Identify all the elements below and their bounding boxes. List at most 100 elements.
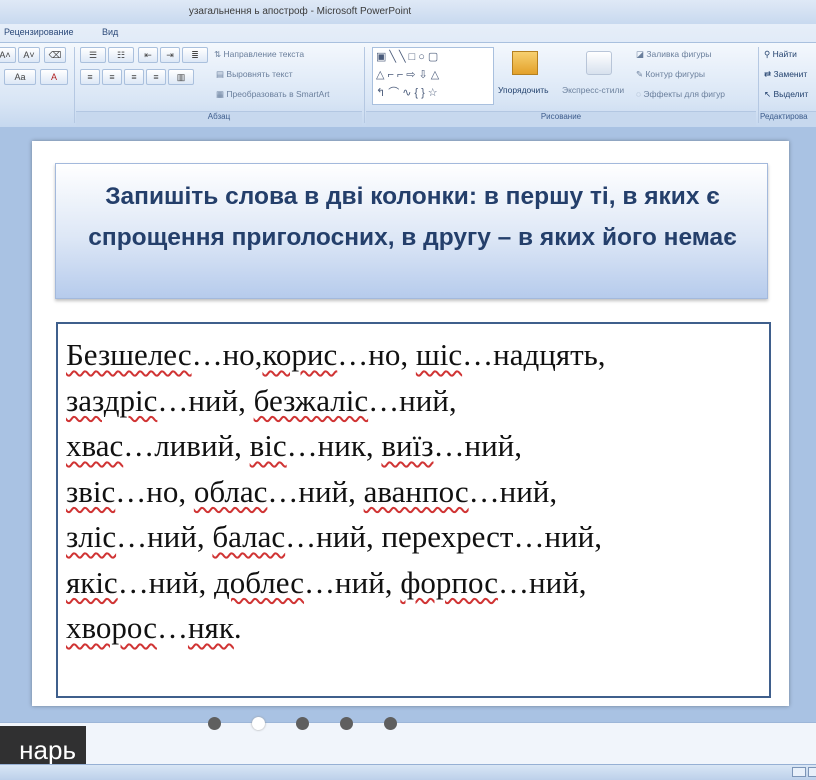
- font-size-decrease-button[interactable]: A˅: [18, 47, 40, 63]
- quick-styles-button[interactable]: Экспресс-стили: [562, 85, 624, 95]
- columns-icon: ▥: [176, 72, 186, 82]
- tab-review[interactable]: Рецензирование: [4, 27, 74, 37]
- tab-view[interactable]: Вид: [102, 27, 118, 37]
- align-text-label: Выровнять текст: [226, 69, 293, 79]
- slide-title-placeholder[interactable]: Запишіть слова в дві колонки: в першу ті…: [55, 163, 768, 299]
- misspelled-word: звіс: [66, 473, 116, 509]
- slide-dot: [208, 717, 221, 730]
- text-fragment: …ник,: [286, 428, 382, 463]
- misspelled-word: шіс: [415, 337, 463, 372]
- misspelled-word: форпос: [400, 564, 499, 600]
- align-center-button[interactable]: ≡: [102, 69, 122, 85]
- editing-group-label: Редактирова: [760, 111, 816, 126]
- slide-dot: [384, 717, 397, 730]
- content-line: зліс…ний, балас…ний, перехрест…ний,: [66, 514, 756, 560]
- align-left-button[interactable]: ≡: [80, 69, 100, 85]
- shape-fill-label: Заливка фигуры: [646, 49, 712, 59]
- numbering-button[interactable]: ☷: [108, 47, 134, 63]
- line-spacing-icon: ≣: [191, 50, 199, 60]
- select-button[interactable]: ↖ Выделит: [764, 89, 808, 100]
- increase-indent-button[interactable]: ⇥: [160, 47, 180, 63]
- misspelled-word: няк: [187, 610, 234, 645]
- shape-effects-button[interactable]: ◌ Эффекты для фигур: [636, 89, 725, 99]
- align-text-button[interactable]: ▤ Выровнять текст: [216, 69, 293, 80]
- text-fragment: …ний, перехрест…ний,: [285, 519, 602, 554]
- indent-decrease-icon: ⇤: [144, 50, 152, 60]
- group-separator: [364, 47, 365, 123]
- text-fragment: …но,: [191, 337, 263, 372]
- convert-smartart-button[interactable]: ▦ Преобразовать в SmartArt: [216, 89, 330, 100]
- smartart-icon: ▦: [216, 89, 227, 99]
- align-right-button[interactable]: ≡: [124, 69, 144, 85]
- group-separator: [758, 47, 759, 123]
- misspelled-word: хворос: [66, 610, 157, 645]
- misspelled-word: доблес: [213, 564, 305, 600]
- replace-label: Заменит: [773, 69, 808, 79]
- misspelled-word: Безшелес: [66, 337, 192, 372]
- slide-content-placeholder[interactable]: Безшелес…но,корис…но, шіс…надцять, заздрі…: [56, 322, 771, 698]
- justify-button[interactable]: ≡: [146, 69, 166, 85]
- change-case-button[interactable]: Aa: [4, 69, 36, 85]
- align-text-icon: ▤: [216, 69, 227, 79]
- slide-content-text[interactable]: Безшелес…но,корис…но, шіс…надцять, заздрі…: [66, 332, 756, 651]
- text-fragment: …ний,: [267, 473, 364, 509]
- paragraph-group-label: Абзац: [76, 111, 362, 126]
- clear-format-button[interactable]: ⌫: [44, 47, 66, 63]
- text-fragment: …ний,: [368, 382, 457, 418]
- text-fragment: …но,: [115, 473, 194, 509]
- normal-view-button[interactable]: [792, 767, 806, 777]
- align-right-icon: ≡: [131, 72, 137, 82]
- slide-canvas[interactable]: Запишіть слова в дві колонки: в першу ті…: [32, 141, 789, 706]
- numbering-icon: ☷: [116, 50, 126, 60]
- find-label: Найти: [772, 49, 797, 59]
- columns-button[interactable]: ▥: [168, 69, 194, 85]
- replace-button[interactable]: ⇄ Заменит: [764, 69, 807, 80]
- misspelled-word: корис: [262, 337, 338, 372]
- shapes-gallery[interactable]: ▣╲╲□○▢ △⌐⌐⇨⇩△ ↰⌒∿{}☆: [372, 47, 494, 105]
- notes-pane[interactable]: [0, 722, 816, 765]
- slide-dot: [252, 717, 265, 730]
- text-direction-button[interactable]: ⇅ Направление текста: [214, 49, 304, 60]
- bullets-button[interactable]: ☰: [80, 47, 106, 63]
- text-fragment: .: [233, 610, 242, 645]
- text-fragment: …ливий,: [123, 428, 250, 463]
- text-direction-label: Направление текста: [223, 49, 305, 59]
- decrease-indent-button[interactable]: ⇤: [138, 47, 158, 63]
- find-button[interactable]: ⚲ Найти: [764, 49, 797, 60]
- font-color-button[interactable]: A: [40, 69, 68, 85]
- select-label: Выделит: [773, 89, 809, 99]
- paint-bucket-icon: ◪: [636, 49, 647, 59]
- text-fragment: …но,: [337, 337, 416, 372]
- text-fragment: …: [156, 610, 188, 645]
- text-fragment: …ний,: [498, 564, 587, 600]
- ribbon-body: A˄ A˅ ⌫ Aa A ☰ ☷ ⇤ ⇥ ≣ ≡ ≡ ≡ ≡ ▥ ⇅ Напра…: [0, 42, 816, 127]
- binoculars-icon: ⚲: [764, 49, 773, 59]
- misspelled-word: якіс: [66, 564, 118, 600]
- text-fragment: …ний,: [304, 564, 401, 600]
- align-left-icon: ≡: [87, 72, 93, 82]
- slide-dot: [296, 717, 309, 730]
- text-fragment: …ний,: [116, 519, 213, 554]
- text-fragment: …ний,: [468, 473, 558, 509]
- bullets-icon: ☰: [88, 50, 98, 60]
- content-line: хвас…ливий, віс…ник, виїз…ний,: [66, 423, 756, 469]
- shape-outline-button[interactable]: ✎ Контур фигуры: [636, 69, 705, 80]
- misspelled-word: виїз: [381, 428, 434, 463]
- shapes-row: ▣╲╲□○▢: [376, 51, 442, 63]
- indent-increase-icon: ⇥: [166, 50, 174, 60]
- shapes-row: ↰⌒∿{}☆: [376, 87, 441, 99]
- content-line: звіс…но, облас…ний, аванпос…ний,: [66, 469, 756, 515]
- text-fragment: …надцять,: [462, 337, 606, 372]
- slide-sorter-view-button[interactable]: [808, 767, 816, 777]
- eraser-icon: ⌫: [48, 50, 62, 60]
- arrange-button[interactable]: Упорядочить: [498, 85, 549, 95]
- shape-fill-button[interactable]: ◪ Заливка фигуры: [636, 49, 711, 60]
- misspelled-word: безжаліс: [253, 382, 369, 418]
- line-spacing-button[interactable]: ≣: [182, 47, 208, 63]
- misspelled-word: хвас: [66, 428, 124, 463]
- font-size-increase-button[interactable]: A˄: [0, 47, 16, 63]
- content-line: хворос…няк.: [66, 605, 756, 651]
- misspelled-word: облас: [193, 473, 268, 509]
- text-fragment: …ний,: [117, 564, 214, 600]
- justify-icon: ≡: [153, 72, 159, 82]
